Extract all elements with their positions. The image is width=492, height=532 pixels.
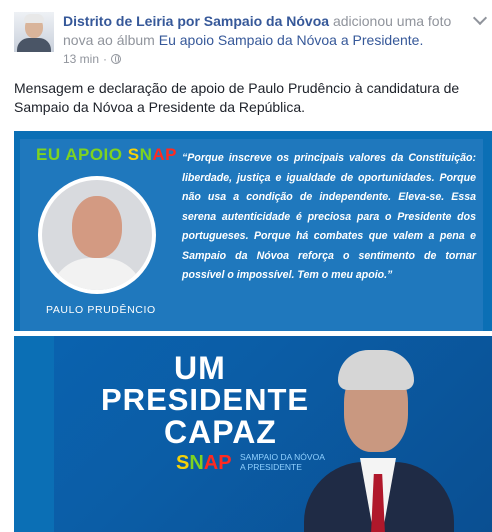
- banner-line-3: CAPAZ: [164, 414, 277, 450]
- post-header: Distrito de Leiria por Sampaio da Nóvoa …: [63, 12, 473, 50]
- photo-support-quote[interactable]: EU APOIO SNAP PAULO PRUDÊNCIO “Porque in…: [14, 131, 492, 331]
- meta-separator: ·: [103, 52, 108, 66]
- snap-logo: SNAP: [176, 452, 232, 474]
- avatar[interactable]: [14, 12, 54, 52]
- chevron-down-icon[interactable]: [472, 10, 488, 26]
- banner-line-2: PRESIDENTE: [101, 382, 310, 417]
- album-link[interactable]: Eu apoio Sampaio da Nóvoa a Presidente.: [159, 32, 424, 48]
- portrait-image: [38, 176, 156, 294]
- timestamp-link[interactable]: 13 min: [63, 52, 99, 66]
- author-link[interactable]: Distrito de Leiria por Sampaio da Nóvoa: [63, 13, 329, 29]
- photo-campaign-banner[interactable]: UM PRESIDENTE CAPAZ SNAP SAMPAIO DA NÓVO…: [14, 336, 492, 532]
- post-message: Mensagem e declaração de apoio de Paulo …: [14, 80, 460, 115]
- person-name: PAULO PRUDÊNCIO: [46, 304, 156, 316]
- post-meta: 13 min ·: [63, 52, 122, 66]
- globe-icon[interactable]: [111, 54, 122, 64]
- support-quote: “Porque inscreve os principais valores d…: [182, 152, 476, 281]
- candidate-photo: [304, 344, 454, 532]
- feed-post: Distrito de Leiria por Sampaio da Nóvoa …: [0, 0, 492, 532]
- eu-apoio-snap-logo: EU APOIO SNAP: [36, 145, 177, 164]
